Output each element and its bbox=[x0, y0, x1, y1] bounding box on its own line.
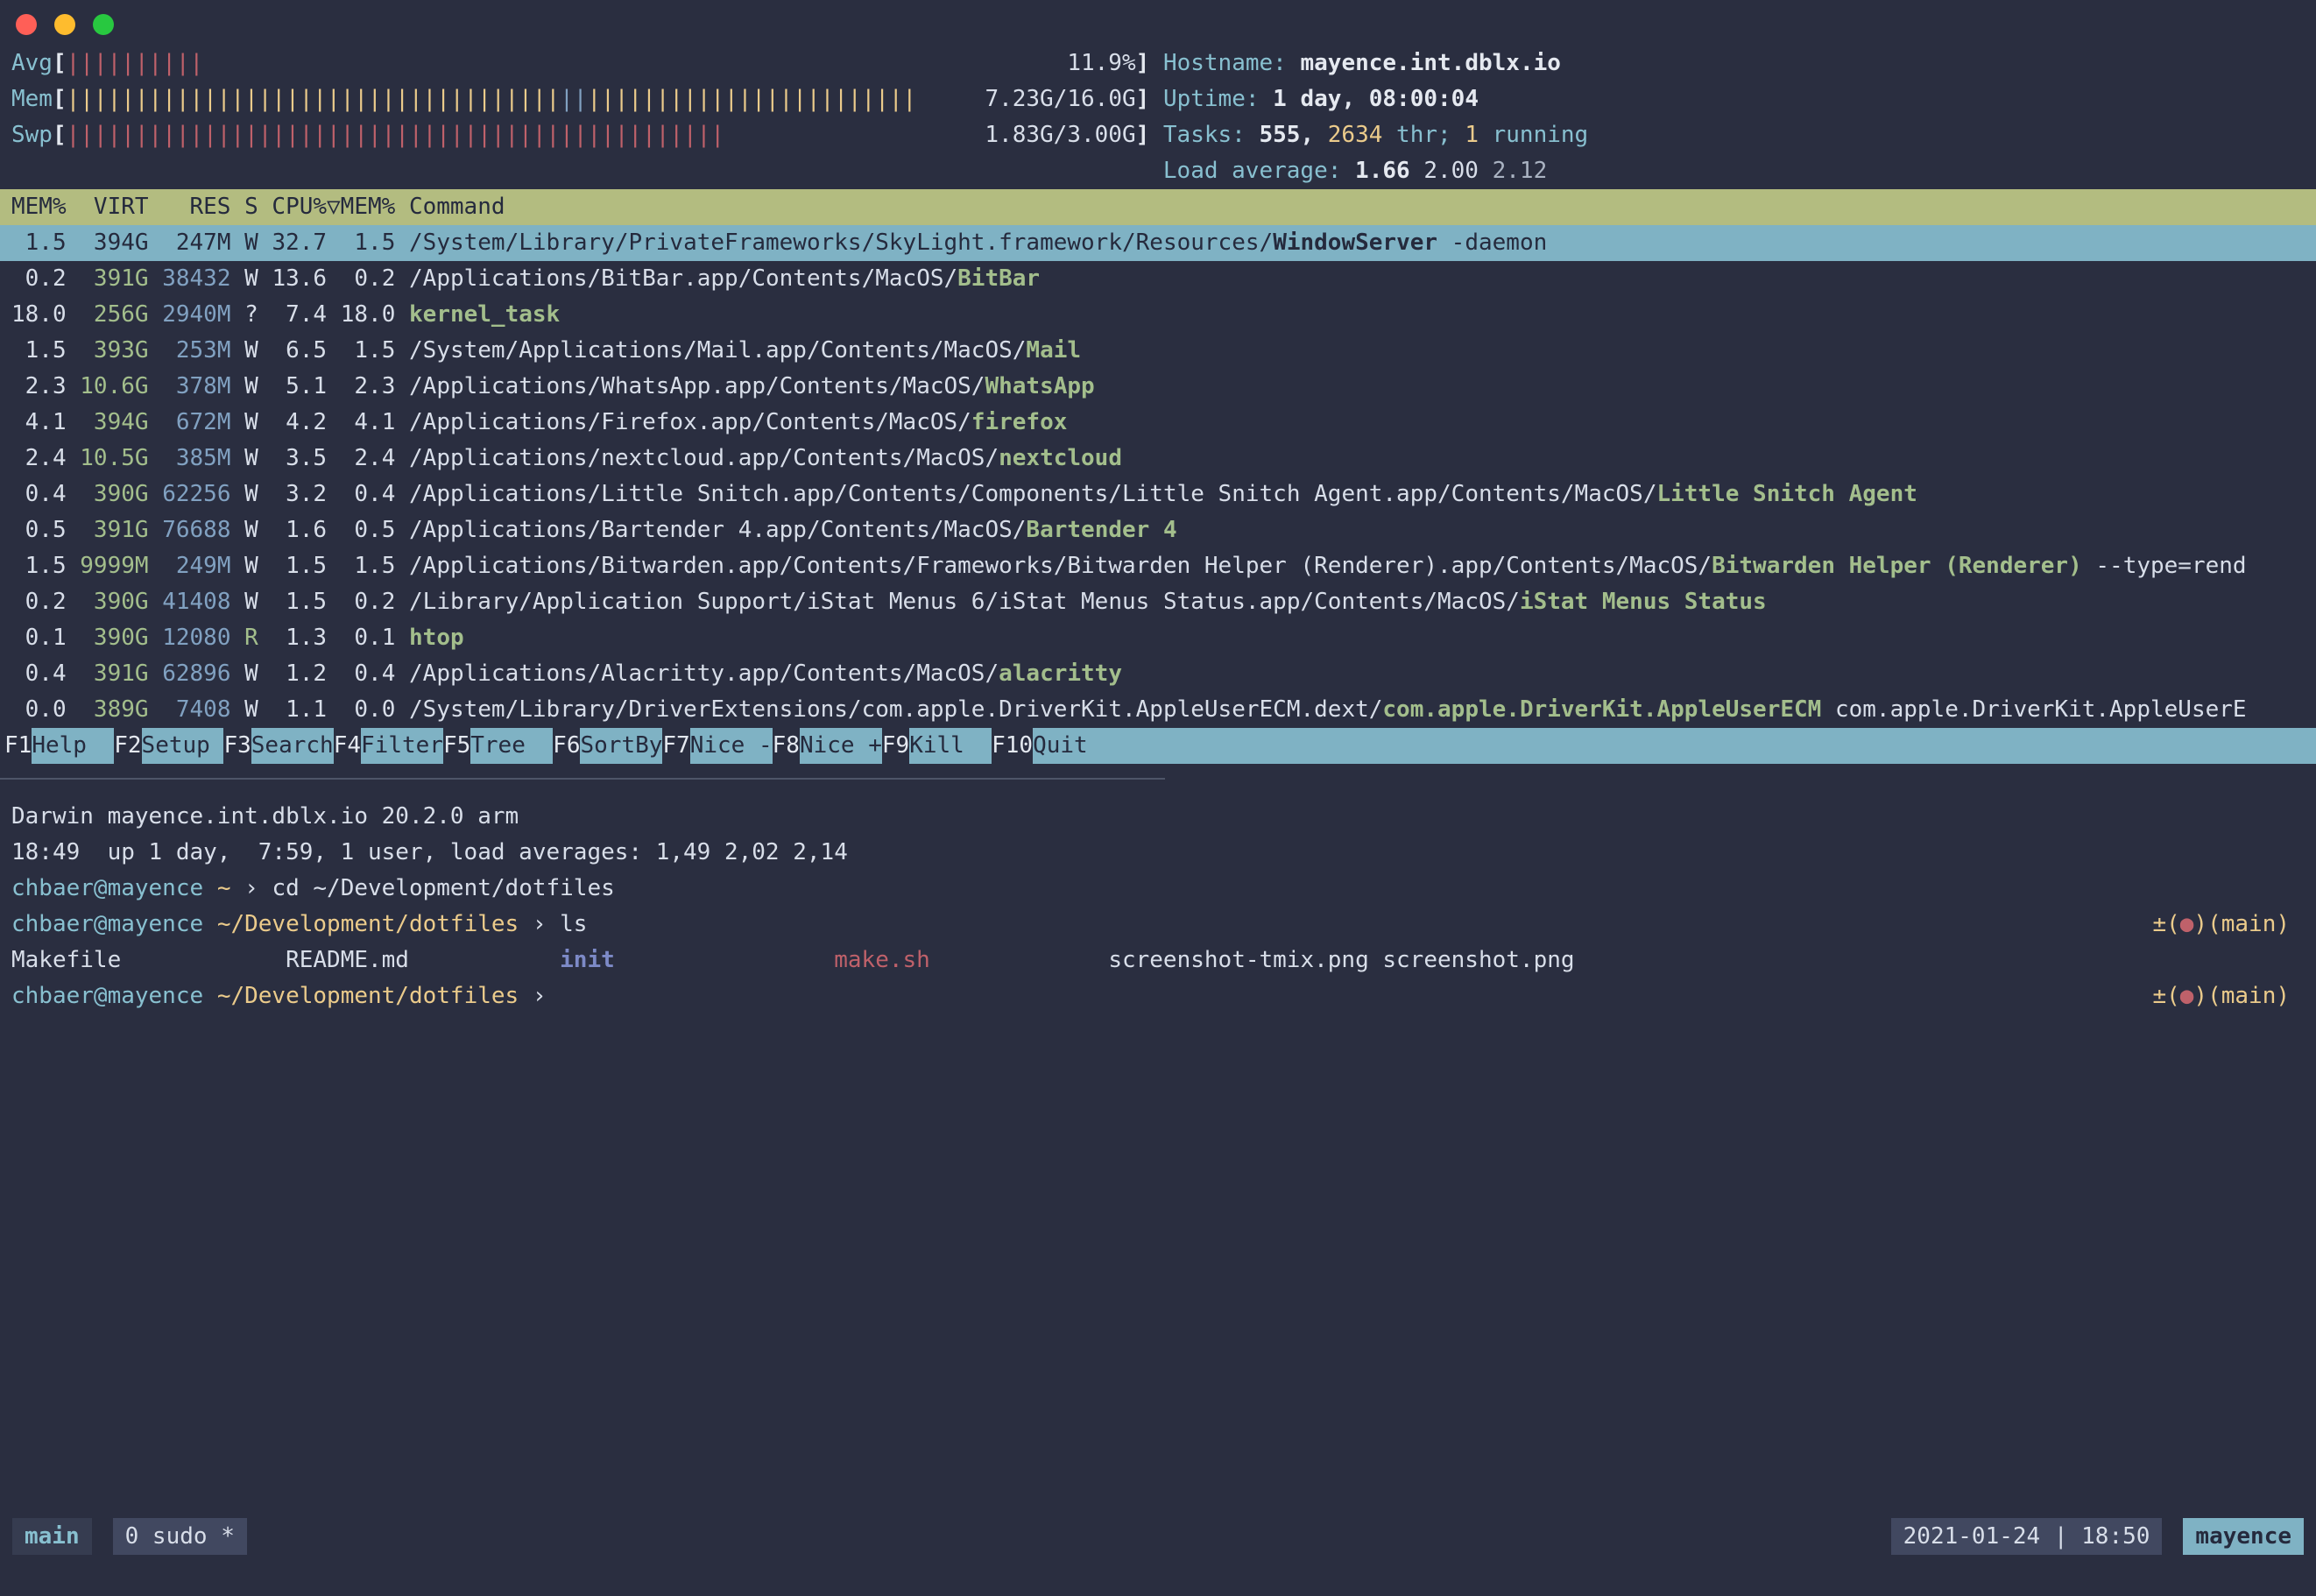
process-row[interactable]: 0.4 391G 62896 W 1.2 0.4 /Applications/A… bbox=[0, 656, 2316, 692]
ls-output: Makefile README.md init make.sh screensh… bbox=[0, 943, 2316, 978]
minimize-button[interactable] bbox=[54, 14, 75, 35]
tmux-hostname-badge: mayence bbox=[2183, 1518, 2304, 1555]
f9-kill-button[interactable]: Kill bbox=[909, 728, 992, 764]
f10-quit-button[interactable]: Quit bbox=[1033, 728, 1088, 764]
terminal-content[interactable]: Avg[|||||||||| 11.9%] Hostname: mayence.… bbox=[0, 46, 2316, 1014]
git-status-indicator: ±(●)(main) bbox=[2152, 907, 2290, 943]
process-row[interactable]: 2.3 10.6G 378M W 5.1 2.3 /Applications/W… bbox=[0, 369, 2316, 405]
prompt-line-current[interactable]: chbaer@mayence ~/Development/dotfiles › … bbox=[0, 978, 2316, 1014]
f3-key[interactable]: F3 bbox=[223, 728, 251, 764]
f8-key[interactable]: F8 bbox=[773, 728, 800, 764]
tmux-status-bar: main 0 sudo * 2021-01-24 | 18:50 mayence bbox=[0, 1518, 2316, 1555]
f2-key[interactable]: F2 bbox=[114, 728, 141, 764]
f10-key[interactable]: F10 bbox=[992, 728, 1033, 764]
prompt-line-ls: chbaer@mayence ~/Development/dotfiles › … bbox=[0, 907, 2316, 943]
htop-load-average: Load average: 1.66 2.00 2.12 bbox=[0, 153, 2316, 189]
f2-setup-button[interactable]: Setup bbox=[142, 728, 224, 764]
tmux-datetime-badge: 2021-01-24 | 18:50 bbox=[1891, 1518, 2163, 1555]
f4-key[interactable]: F4 bbox=[334, 728, 361, 764]
f7-nice-minus-button[interactable]: Nice - bbox=[690, 728, 773, 764]
htop-table-header[interactable]: MEM% VIRT RES S CPU%▽MEM% Command bbox=[0, 189, 2316, 225]
tmux-session-badge[interactable]: main bbox=[12, 1518, 92, 1555]
f8-nice-plus-button[interactable]: Nice + bbox=[800, 728, 882, 764]
f3-search-button[interactable]: Search bbox=[251, 728, 334, 764]
titlebar[interactable] bbox=[0, 0, 2316, 46]
prompt-command-cd: chbaer@mayence ~ › cd ~/Development/dotf… bbox=[11, 871, 615, 907]
prompt-cursor-line[interactable]: chbaer@mayence ~/Development/dotfiles › bbox=[11, 978, 547, 1014]
separator-line bbox=[0, 778, 1165, 780]
htop-function-bar: F1Help F2Setup F3SearchF4FilterF5Tree F6… bbox=[0, 728, 2316, 764]
uptime-output: 18:49 up 1 day, 7:59, 1 user, load avera… bbox=[0, 835, 2316, 871]
f6-key[interactable]: F6 bbox=[553, 728, 580, 764]
f4-filter-button[interactable]: Filter bbox=[361, 728, 443, 764]
f5-tree-button[interactable]: Tree bbox=[470, 728, 553, 764]
prompt-command-ls: chbaer@mayence ~/Development/dotfiles › … bbox=[11, 907, 587, 943]
process-row[interactable]: 18.0 256G 2940M ? 7.4 18.0 kernel_task bbox=[0, 297, 2316, 333]
htop-swp-meter: Swp[||||||||||||||||||||||||||||||||||||… bbox=[0, 117, 2316, 153]
process-row[interactable]: 0.5 391G 76688 W 1.6 0.5 /Applications/B… bbox=[0, 512, 2316, 548]
f1-help-button[interactable]: Help bbox=[32, 728, 114, 764]
process-row[interactable]: 1.5 393G 253M W 6.5 1.5 /System/Applicat… bbox=[0, 333, 2316, 369]
git-status-indicator: ±(●)(main) bbox=[2152, 978, 2290, 1014]
process-row[interactable]: 0.2 390G 41408 W 1.5 0.2 /Library/Applic… bbox=[0, 584, 2316, 620]
htop-mem-meter: Mem[||||||||||||||||||||||||||||||||||||… bbox=[0, 81, 2316, 117]
shell-session: Darwin mayence.int.dblx.io 20.2.0 arm 18… bbox=[0, 799, 2316, 1014]
htop-avg-meter: Avg[|||||||||| 11.9%] Hostname: mayence.… bbox=[0, 46, 2316, 81]
process-row[interactable]: 0.0 389G 7408 W 1.1 0.0 /System/Library/… bbox=[0, 692, 2316, 728]
f6-sortby-button[interactable]: SortBy bbox=[580, 728, 662, 764]
process-row[interactable]: 0.1 390G 12080 R 1.3 0.1 htop bbox=[0, 620, 2316, 656]
zoom-button[interactable] bbox=[93, 14, 114, 35]
tmux-window-badge[interactable]: 0 sudo * bbox=[113, 1518, 247, 1555]
process-row[interactable]: 4.1 394G 672M W 4.2 4.1 /Applications/Fi… bbox=[0, 405, 2316, 441]
process-row[interactable]: 2.4 10.5G 385M W 3.5 2.4 /Applications/n… bbox=[0, 441, 2316, 477]
close-button[interactable] bbox=[16, 14, 37, 35]
terminal-window: Avg[|||||||||| 11.9%] Hostname: mayence.… bbox=[0, 0, 2316, 1596]
f1-key[interactable]: F1 bbox=[0, 728, 32, 764]
f9-key[interactable]: F9 bbox=[882, 728, 909, 764]
prompt-line-cd: chbaer@mayence ~ › cd ~/Development/dotf… bbox=[0, 871, 2316, 907]
process-row[interactable]: 0.2 391G 38432 W 13.6 0.2 /Applications/… bbox=[0, 261, 2316, 297]
uname-output: Darwin mayence.int.dblx.io 20.2.0 arm bbox=[0, 799, 2316, 835]
process-row-selected[interactable]: 1.5 394G 247M W 32.7 1.5 /System/Library… bbox=[0, 225, 2316, 261]
process-row[interactable]: 1.5 9999M 249M W 1.5 1.5 /Applications/B… bbox=[0, 548, 2316, 584]
f5-key[interactable]: F5 bbox=[443, 728, 470, 764]
process-row[interactable]: 0.4 390G 62256 W 3.2 0.4 /Applications/L… bbox=[0, 477, 2316, 512]
f7-key[interactable]: F7 bbox=[662, 728, 689, 764]
